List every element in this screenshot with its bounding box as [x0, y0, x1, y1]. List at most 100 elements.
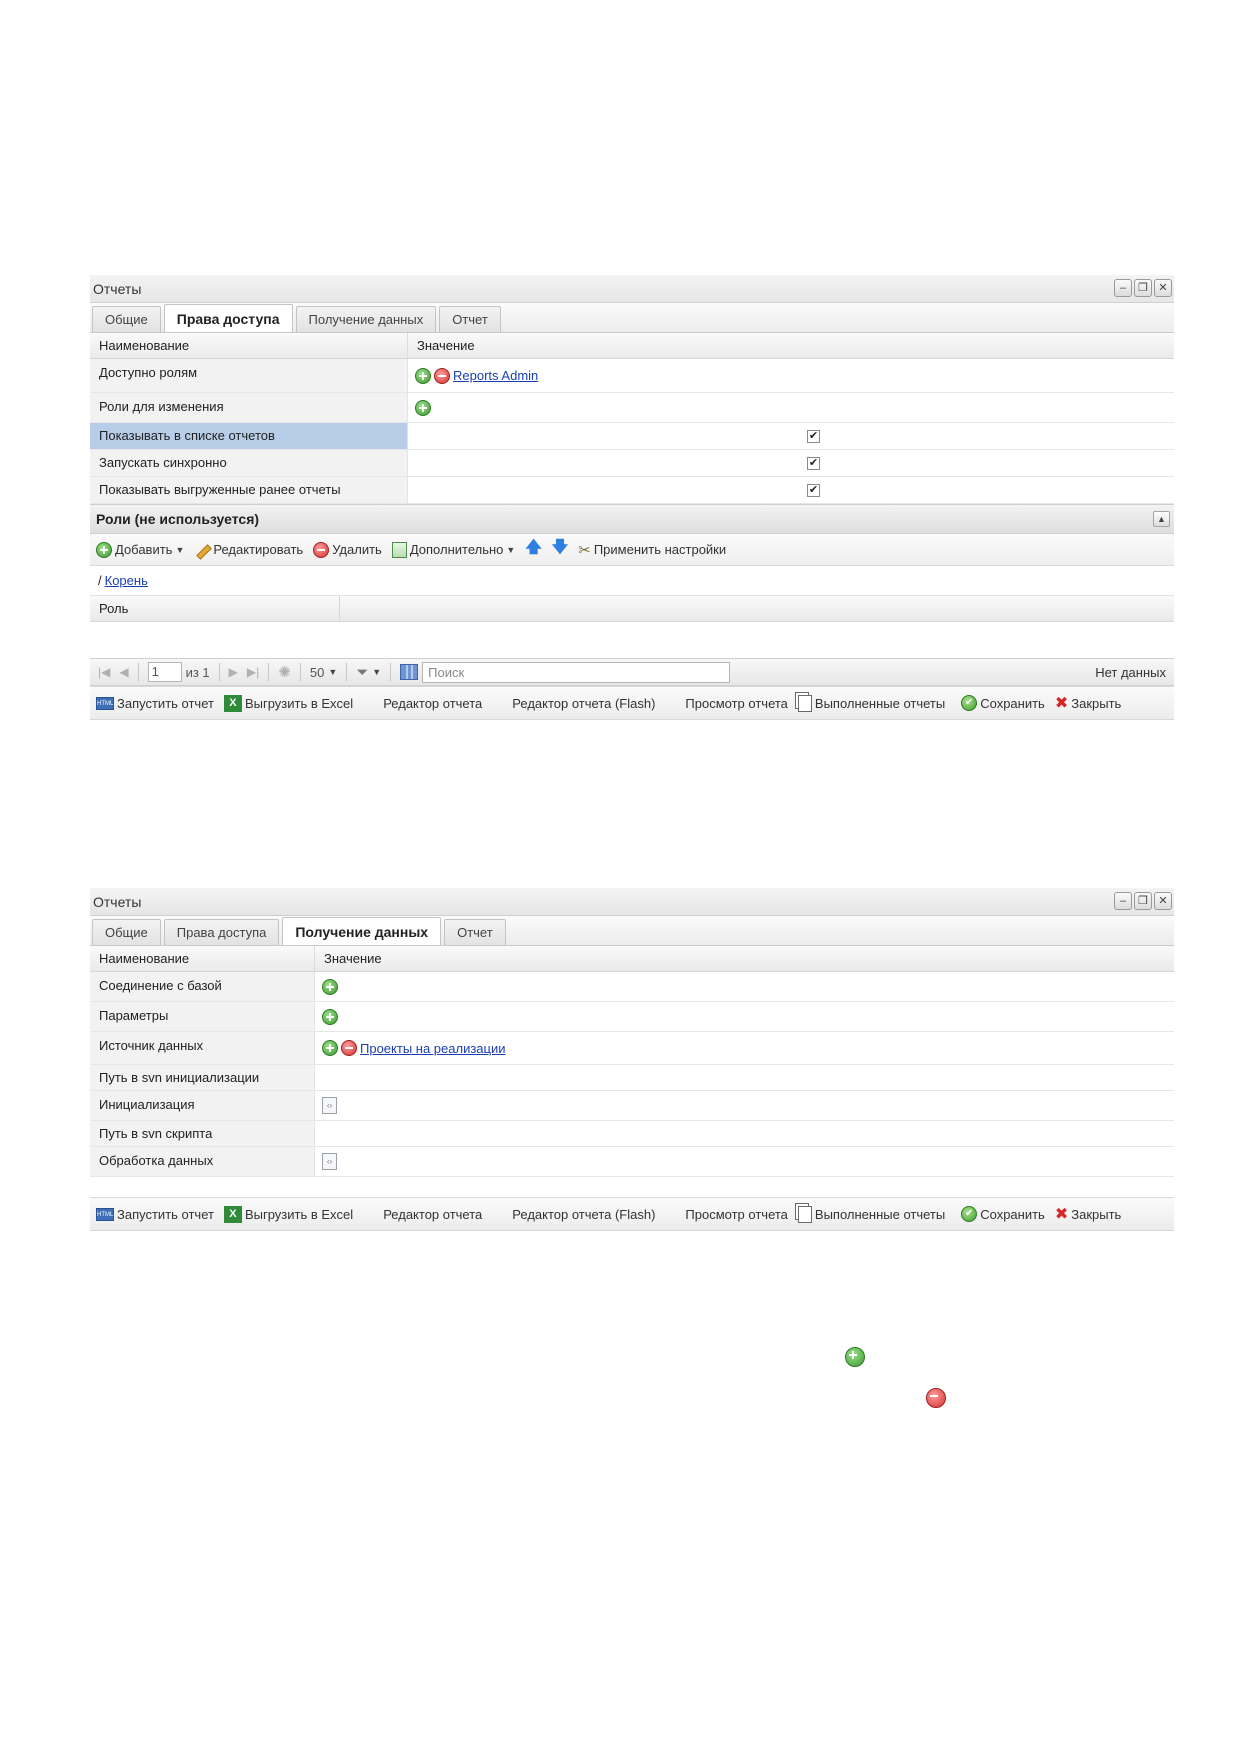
- property-value[interactable]: ‹›: [315, 1091, 1174, 1120]
- move-up-button[interactable]: 🡅: [525, 536, 541, 563]
- property-name: Доступно ролям: [90, 359, 408, 392]
- page-size-select[interactable]: 50: [310, 665, 324, 680]
- export-excel-button[interactable]: X Выгрузить в Excel: [223, 694, 353, 712]
- property-row[interactable]: Инициализация ‹›: [90, 1091, 1174, 1121]
- property-value[interactable]: [315, 1002, 1174, 1031]
- add-icon[interactable]: [415, 399, 431, 416]
- property-row[interactable]: Доступно ролям Reports Admin: [90, 359, 1174, 393]
- property-value[interactable]: Проекты на реализации: [315, 1032, 1174, 1064]
- prev-page-icon[interactable]: ◀: [119, 665, 128, 679]
- view-report-button[interactable]: Просмотр отчета: [685, 696, 788, 711]
- report-editor-flash-button[interactable]: Редактор отчета (Flash): [512, 1207, 655, 1222]
- excel-icon: X: [223, 1205, 242, 1223]
- tab-report[interactable]: Отчет: [444, 919, 506, 945]
- close-button[interactable]: ✖ Закрыть: [1055, 1204, 1121, 1224]
- breadcrumb-root-link[interactable]: Корень: [105, 573, 148, 588]
- checkbox-checked[interactable]: ✔: [807, 429, 820, 443]
- refresh-icon[interactable]: ✺: [278, 663, 291, 681]
- checkbox-checked[interactable]: ✔: [807, 456, 820, 470]
- report-editor-button[interactable]: Редактор отчета: [383, 1207, 482, 1222]
- next-page-icon[interactable]: ▶: [229, 665, 238, 679]
- done-reports-button[interactable]: Выполненные отчеты: [797, 694, 945, 712]
- run-report-button[interactable]: HTML Запустить отчет: [96, 696, 214, 711]
- column-name-header[interactable]: Наименование: [90, 946, 315, 971]
- columns-icon[interactable]: [400, 664, 419, 680]
- add-icon[interactable]: [322, 978, 338, 995]
- report-editor-flash-button[interactable]: Редактор отчета (Flash): [512, 696, 655, 711]
- column-value-header[interactable]: Значение: [408, 333, 475, 358]
- roles-section-header[interactable]: Роли (не используется) ▲: [90, 504, 1174, 534]
- restore-icon[interactable]: ❐: [1134, 279, 1152, 297]
- save-button[interactable]: ✔ Сохранить: [961, 1206, 1045, 1222]
- datasource-link[interactable]: Проекты на реализации: [360, 1041, 506, 1056]
- add-icon[interactable]: [415, 367, 431, 384]
- close-button[interactable]: ✖ Закрыть: [1055, 693, 1121, 713]
- tab-access-rights[interactable]: Права доступа: [163, 304, 293, 332]
- property-value[interactable]: [315, 972, 1174, 1001]
- minimize-icon[interactable]: –: [1114, 279, 1132, 297]
- chevron-down-icon[interactable]: ▼: [328, 667, 337, 677]
- property-value[interactable]: ✔: [408, 450, 1174, 476]
- done-reports-button[interactable]: Выполненные отчеты: [797, 1205, 945, 1223]
- property-row[interactable]: Показывать в списке отчетов ✔: [90, 423, 1174, 450]
- property-value[interactable]: [315, 1065, 1174, 1090]
- property-row[interactable]: Источник данных Проекты на реализации: [90, 1032, 1174, 1065]
- first-page-icon[interactable]: |◀: [98, 665, 110, 679]
- chevron-down-icon[interactable]: ▼: [372, 667, 381, 677]
- xml-file-icon[interactable]: ‹›: [322, 1097, 337, 1114]
- run-report-button[interactable]: HTML Запустить отчет: [96, 1207, 214, 1222]
- tab-data-retrieval[interactable]: Получение данных: [295, 306, 437, 332]
- tab-general[interactable]: Общие: [92, 919, 161, 945]
- tab-data-retrieval[interactable]: Получение данных: [282, 917, 442, 945]
- delete-icon[interactable]: [434, 367, 450, 384]
- property-value[interactable]: ✔: [408, 477, 1174, 503]
- close-icon[interactable]: ✕: [1154, 892, 1172, 910]
- delete-icon[interactable]: [341, 1040, 357, 1056]
- property-row[interactable]: Параметры: [90, 1002, 1174, 1032]
- xml-file-icon[interactable]: ‹›: [322, 1153, 337, 1170]
- column-value-header[interactable]: Значение: [315, 946, 382, 971]
- filter-icon[interactable]: ⏷: [356, 664, 368, 681]
- page-input[interactable]: 1: [147, 662, 182, 682]
- save-button[interactable]: ✔ Сохранить: [961, 695, 1045, 711]
- property-value[interactable]: [315, 1121, 1174, 1146]
- restore-icon[interactable]: ❐: [1134, 892, 1152, 910]
- add-button[interactable]: Добавить ▼: [96, 541, 184, 558]
- property-value[interactable]: ‹›: [315, 1147, 1174, 1176]
- check-icon: ✔: [961, 1206, 978, 1222]
- tab-general[interactable]: Общие: [92, 306, 161, 332]
- property-row[interactable]: Путь в svn инициализации: [90, 1065, 1174, 1091]
- property-row[interactable]: Запускать синхронно ✔: [90, 450, 1174, 477]
- add-icon[interactable]: [322, 1040, 338, 1056]
- role-link[interactable]: Reports Admin: [453, 368, 538, 383]
- add-icon[interactable]: [322, 1008, 338, 1025]
- column-role-header[interactable]: Роль: [90, 596, 340, 621]
- search-input[interactable]: Поиск: [422, 661, 731, 683]
- property-row[interactable]: Обработка данных ‹›: [90, 1147, 1174, 1177]
- property-row[interactable]: Роли для изменения: [90, 393, 1174, 423]
- more-button[interactable]: Дополнительно ▼: [391, 541, 515, 558]
- property-row[interactable]: Путь в svn скрипта: [90, 1121, 1174, 1147]
- property-row[interactable]: Соединение с базой: [90, 972, 1174, 1002]
- delete-button[interactable]: Удалить: [313, 541, 382, 558]
- checkbox-checked[interactable]: ✔: [807, 483, 820, 497]
- property-value[interactable]: ✔: [408, 423, 1174, 449]
- property-value[interactable]: [408, 393, 1174, 422]
- view-report-button[interactable]: Просмотр отчета: [685, 1207, 788, 1222]
- collapse-icon[interactable]: ▲: [1153, 511, 1170, 527]
- apply-settings-button[interactable]: ✂ Применить настройки: [578, 541, 726, 559]
- move-down-button[interactable]: 🡇: [552, 536, 568, 563]
- breadcrumb-separator: /: [98, 573, 102, 588]
- tab-access-rights[interactable]: Права доступа: [163, 919, 280, 945]
- property-value[interactable]: Reports Admin: [408, 359, 1174, 392]
- last-page-icon[interactable]: ▶|: [247, 665, 259, 679]
- close-icon[interactable]: ✕: [1154, 279, 1172, 297]
- minimize-icon[interactable]: –: [1114, 892, 1132, 910]
- property-name: Соединение с базой: [90, 972, 315, 1001]
- export-excel-button[interactable]: X Выгрузить в Excel: [223, 1205, 353, 1223]
- edit-button[interactable]: Редактировать: [194, 542, 303, 558]
- tab-report[interactable]: Отчет: [439, 306, 501, 332]
- property-row[interactable]: Показывать выгруженные ранее отчеты ✔: [90, 477, 1174, 504]
- report-editor-button[interactable]: Редактор отчета: [383, 696, 482, 711]
- column-name-header[interactable]: Наименование: [90, 333, 408, 358]
